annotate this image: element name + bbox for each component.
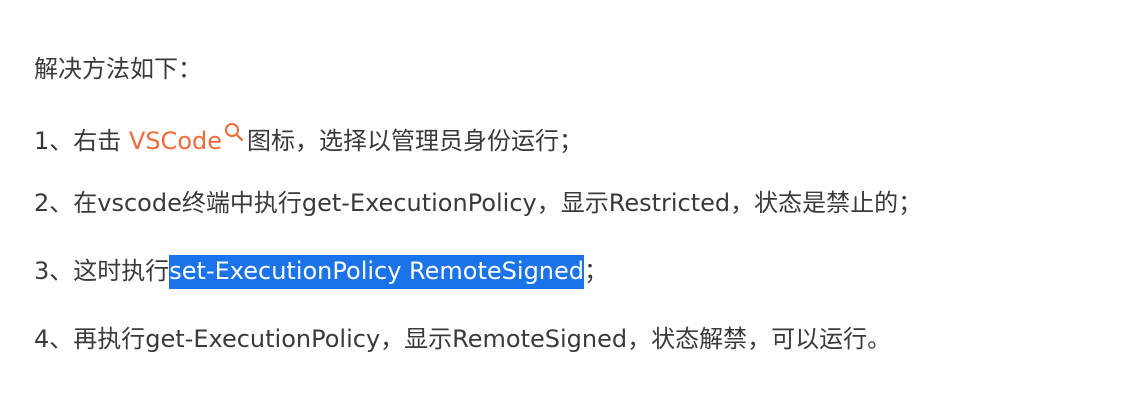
search-icon[interactable] [223, 118, 245, 142]
intro-line: 解决方法如下： [34, 52, 202, 86]
selected-command-text[interactable]: set-ExecutionPolicy RemoteSigned [169, 255, 585, 289]
intro-text: 解决方法如下： [34, 55, 202, 83]
vscode-link[interactable]: VSCode [129, 127, 222, 155]
article-page: 解决方法如下： 1、右击 VSCode 图标，选择以管理员身份运行； 2、在vsc… [0, 0, 1137, 404]
step-3: 3、这时执行set-ExecutionPolicy RemoteSigned； [34, 254, 609, 289]
step-2-text: 2、在vscode终端中执行get-ExecutionPolicy，显示Rest… [34, 189, 923, 217]
step-1-prefix: 1、右击 [34, 127, 129, 155]
step-1-suffix: 图标，选择以管理员身份运行； [247, 127, 583, 155]
step-4: 4、再执行get-ExecutionPolicy，显示RemoteSigned，… [34, 322, 891, 356]
step-2: 2、在vscode终端中执行get-ExecutionPolicy，显示Rest… [34, 186, 922, 220]
step-1: 1、右击 VSCode 图标，选择以管理员身份运行； [34, 118, 583, 158]
step-3-prefix: 3、这时执行 [34, 257, 170, 285]
step-3-suffix: ； [584, 257, 609, 285]
step-4-text: 4、再执行get-ExecutionPolicy，显示RemoteSigned，… [34, 325, 892, 353]
